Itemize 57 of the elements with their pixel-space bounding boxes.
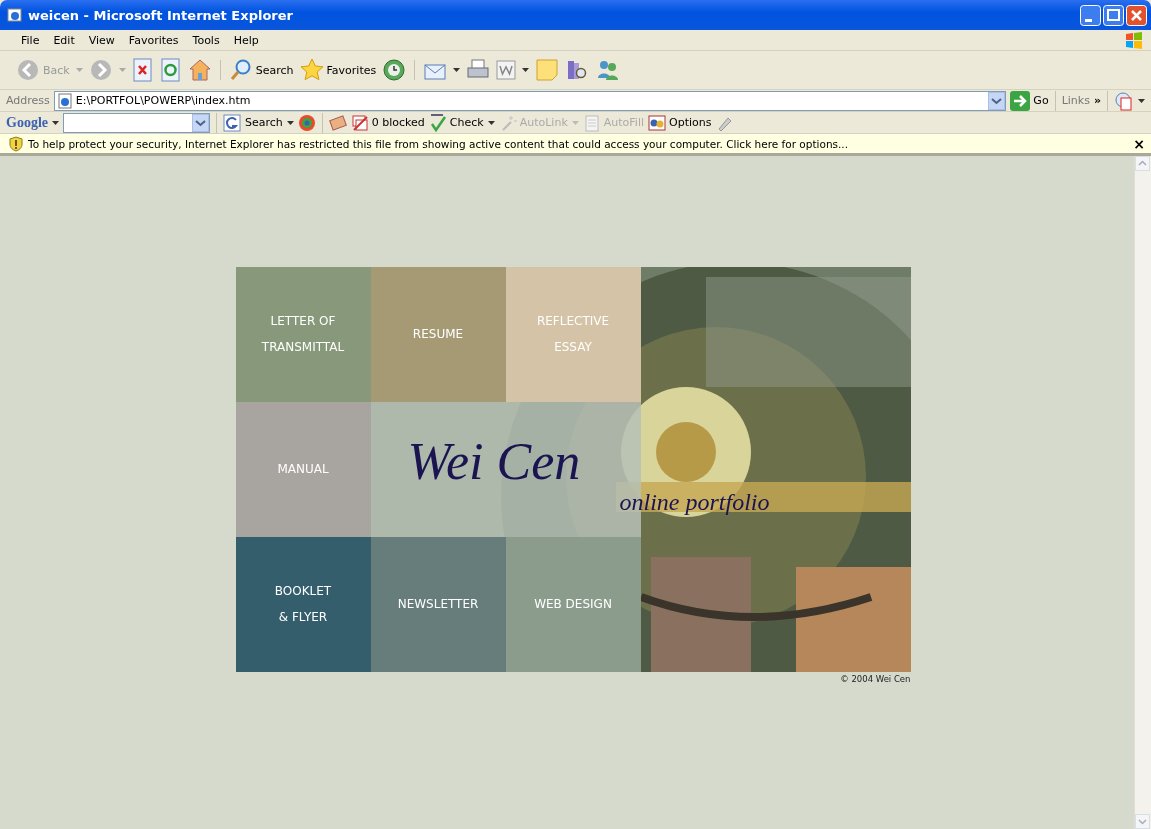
window-title: weicen - Microsoft Internet Explorer [28,7,293,23]
address-field[interactable]: E:\PORTFOL\POWERP\index.htm [53,90,1007,111]
portfolio-subtitle: online portfolio [619,489,770,516]
links-button[interactable]: Links [1061,94,1090,107]
menu-item[interactable]: Favorites [121,33,186,47]
copyright-text: © 2004 Wei Cen [840,674,911,684]
scroll-up-button[interactable] [1135,156,1150,171]
menu-item[interactable]: Tools [185,33,227,47]
more-links-button[interactable]: » [1093,94,1101,107]
dropdown-arrow-icon[interactable] [522,68,530,72]
go-button[interactable]: Go [1010,90,1049,111]
menu-item[interactable]: Help [226,33,266,47]
dropdown-arrow-icon[interactable] [453,68,461,72]
dropdown-arrow-icon[interactable] [52,120,59,125]
info-bar[interactable]: To help protect your security, Internet Explorer has restricted this file from showing active content that could access your computer. Click here for options... × [0,134,1151,154]
forward-button[interactable] [88,58,113,82]
refresh-button[interactable] [159,58,182,82]
star-icon [299,58,324,82]
favorites-button[interactable]: Favorites [299,58,377,82]
maximize-button[interactable] [1103,4,1124,26]
options-icon [648,113,666,132]
shield-icon [8,135,24,152]
home-button[interactable] [187,58,212,82]
dropdown-arrow-icon[interactable] [487,120,495,125]
close-button[interactable] [1126,4,1147,26]
dropdown-arrow-icon[interactable] [286,120,294,125]
menu-tile[interactable]: BOOKLET & FLYER [235,537,371,672]
browser-icon [7,7,23,23]
search-button[interactable]: Search [228,58,294,82]
google-logo-button[interactable]: Google [6,114,48,131]
toolbar-button[interactable]: Options [648,113,712,132]
word-document-button[interactable] [496,60,517,80]
spellcheck-icon [428,113,447,132]
dropdown-button[interactable] [988,91,1006,110]
toolbar-button[interactable]: Check [428,113,484,132]
page-icon [56,92,73,109]
toolbar-button[interactable]: 0 blocked [350,113,425,132]
search-icon [228,58,253,82]
history-button[interactable] [382,58,407,82]
dropdown-button[interactable] [192,113,209,132]
menu-tile[interactable]: NEWSLETTER [370,537,506,672]
portfolio-title: Wei Cen [407,432,581,491]
stop-button[interactable] [131,58,154,82]
menu-item[interactable]: View [81,33,122,47]
toolbar-button[interactable]: Search [245,116,283,129]
menu-item[interactable]: File [14,33,47,47]
scroll-down-button[interactable] [1135,814,1150,829]
close-button[interactable]: × [1133,135,1145,152]
windows-logo-icon [1123,30,1145,50]
dropdown-arrow-icon[interactable] [1138,98,1145,103]
address-label: Address [6,94,50,107]
scrollbar[interactable] [1134,156,1151,829]
menu-item[interactable]: Edit [46,33,82,47]
minimize-button[interactable] [1080,4,1101,26]
google-search-field[interactable] [63,112,210,133]
g-icon[interactable] [223,113,241,132]
popup-blocker-icon [350,113,369,132]
